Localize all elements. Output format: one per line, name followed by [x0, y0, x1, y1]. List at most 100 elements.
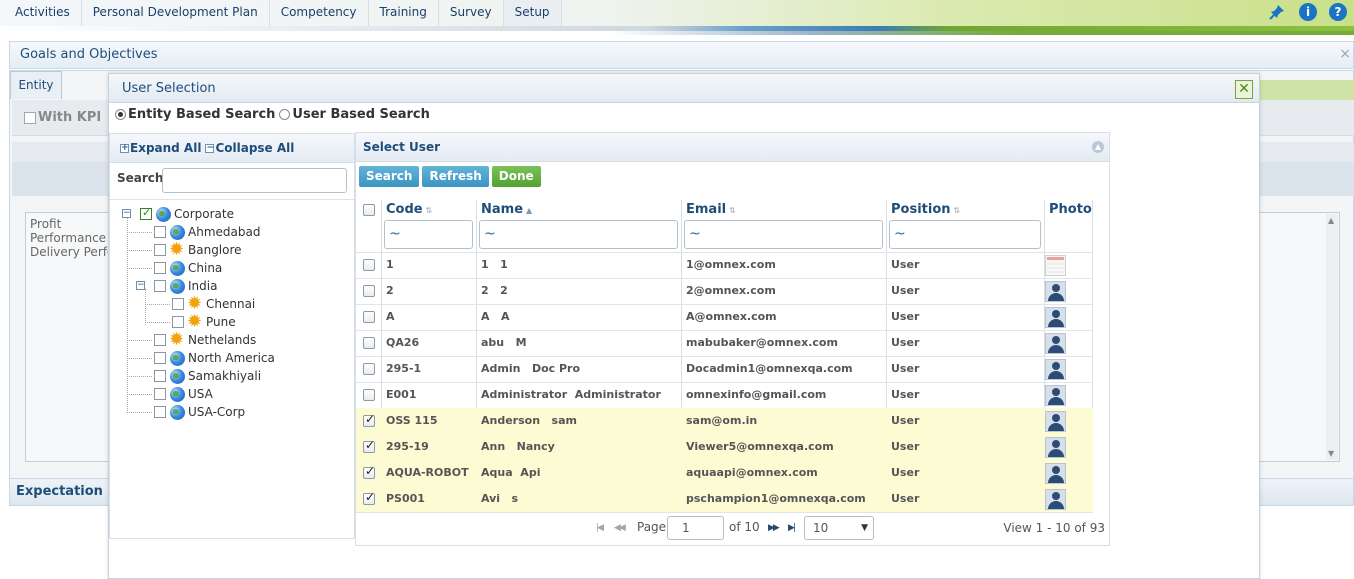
column-header-email[interactable]: Email ⇅ [681, 200, 886, 220]
menu-item-personal-development-plan[interactable]: Personal Development Plan [82, 0, 270, 26]
expectation-category-header[interactable]: Expectation Ca [9, 478, 109, 506]
tree-node[interactable]: Corporate [140, 205, 234, 223]
user-search-label[interactable]: User Based Search [292, 107, 429, 122]
filter-input-code[interactable]: ~ [384, 220, 473, 249]
done-button[interactable]: Done [491, 166, 541, 187]
row-checkbox[interactable] [363, 337, 375, 349]
row-checkbox[interactable] [363, 363, 375, 375]
textarea-scrollbar[interactable]: ▲ ▼ [1326, 214, 1338, 460]
row-checkbox[interactable] [363, 412, 375, 427]
menu-item-competency[interactable]: Competency [270, 0, 369, 26]
tree-node-label[interactable]: Ahmedabad [188, 225, 260, 239]
tree-node-checkbox[interactable] [140, 206, 152, 220]
tree-search-input[interactable] [162, 168, 347, 193]
page-size-select[interactable]: 10 ▼ [804, 516, 874, 540]
filter-input-name[interactable]: ~ [479, 220, 678, 249]
table-row[interactable]: AQUA-ROBOT Aqua Api aquaapi@omnex.com User [356, 460, 1093, 486]
tree-node-label[interactable]: Chennai [206, 297, 255, 311]
tree-node-checkbox[interactable] [154, 406, 166, 418]
table-row[interactable]: PS001 Avi s pschampion1@omnexqa.com User [356, 486, 1093, 512]
filter-input-email[interactable]: ~ [684, 220, 883, 249]
table-row[interactable]: 1 1 1 1@omnex.com User [356, 252, 1093, 278]
tree-node-checkbox[interactable] [154, 334, 166, 346]
tree-node-checkbox[interactable] [154, 226, 166, 238]
dialog-close-button[interactable]: ✕ [1235, 80, 1253, 99]
sort-icon[interactable]: ▲ [526, 206, 532, 215]
table-row[interactable]: 2 2 2 2@omnex.com User [356, 278, 1093, 304]
tree-node-label[interactable]: Corporate [174, 207, 234, 221]
tree-node[interactable]: Banglore [154, 239, 242, 260]
tree-node-checkbox[interactable] [154, 352, 166, 364]
select-all-checkbox[interactable] [363, 204, 375, 216]
tree-node-label[interactable]: China [188, 261, 222, 275]
menu-item-training[interactable]: Training [369, 0, 439, 26]
row-checkbox[interactable] [363, 259, 375, 271]
sort-icon[interactable]: ⇅ [426, 206, 433, 215]
tree-node-checkbox[interactable] [154, 280, 166, 292]
collapse-all-link[interactable]: Collapse All [215, 141, 294, 155]
expand-all-link[interactable]: Expand All [130, 141, 201, 155]
row-checkbox[interactable] [363, 311, 375, 323]
entity-search-label[interactable]: Entity Based Search [128, 107, 275, 122]
last-page-icon[interactable]: ▶| [788, 523, 796, 533]
column-header-code[interactable]: Code ⇅ [381, 200, 476, 220]
objectives-textarea[interactable]: ProfitPerformanceDelivery Perfor [25, 212, 109, 462]
menu-item-setup[interactable]: Setup [503, 0, 562, 26]
table-row[interactable]: 295-19 Ann Nancy Viewer5@omnexqa.com User [356, 434, 1093, 460]
table-row[interactable]: 295-1 Admin Doc Pro Docadmin1@omnexqa.com U… [356, 356, 1093, 382]
tab-entity[interactable]: Entity [10, 71, 62, 99]
tree-node[interactable]: India [154, 277, 217, 295]
tree-node-label[interactable]: USA-Corp [188, 405, 245, 419]
tree-node[interactable]: USA-Corp [154, 403, 245, 421]
tree-node[interactable]: Nethelands [154, 329, 256, 350]
tree-toggle-icon[interactable]: − [122, 209, 131, 218]
tree-node-checkbox[interactable] [172, 316, 184, 328]
with-kpi-checkbox[interactable]: With KPI [24, 110, 101, 125]
search-button[interactable]: Search [359, 166, 420, 187]
close-icon[interactable]: × [1339, 46, 1351, 62]
first-page-icon[interactable]: |◀ [596, 523, 604, 533]
column-header-photo[interactable]: Photo [1044, 200, 1093, 220]
tree-node-checkbox[interactable] [154, 388, 166, 400]
tree-toggle-icon[interactable]: − [136, 281, 145, 290]
row-checkbox[interactable] [363, 438, 375, 453]
row-checkbox[interactable] [363, 490, 375, 505]
table-row[interactable]: OSS 115 Anderson sam sam@om.in User [356, 408, 1093, 434]
tree-node-label[interactable]: North America [188, 351, 275, 365]
tree-node[interactable]: North America [154, 349, 275, 367]
sort-icon[interactable]: ⇅ [954, 206, 961, 215]
tree-node-checkbox[interactable] [154, 370, 166, 382]
tree-node-checkbox[interactable] [154, 262, 166, 274]
menu-item-activities[interactable]: Activities [4, 0, 82, 26]
tree-node[interactable]: China [154, 259, 222, 277]
tree-node-label[interactable]: India [188, 279, 217, 293]
tree-node-label[interactable]: Pune [206, 315, 236, 329]
tree-node[interactable]: USA [154, 385, 213, 403]
menu-item-survey[interactable]: Survey [439, 0, 504, 26]
tree-node-label[interactable]: Nethelands [188, 333, 256, 347]
sort-icon[interactable]: ⇅ [729, 206, 736, 215]
tree-node-label[interactable]: Samakhiyali [188, 369, 261, 383]
pin-icon[interactable] [1268, 3, 1286, 21]
tree-node-label[interactable]: Banglore [188, 243, 242, 257]
expand-icon[interactable]: + [120, 143, 129, 153]
entity-search-radio[interactable] [115, 109, 126, 120]
tree-node[interactable]: Samakhiyali [154, 367, 261, 385]
help-icon[interactable]: ? [1329, 3, 1347, 21]
table-row[interactable]: A A A A@omnex.com User [356, 304, 1093, 330]
prev-page-icon[interactable]: ◀◀ [614, 523, 626, 533]
row-checkbox[interactable] [363, 285, 375, 297]
collapse-panel-icon[interactable]: ▲ [1092, 141, 1104, 153]
tree-node[interactable]: Chennai [172, 293, 255, 314]
page-number-input[interactable]: 1 [667, 516, 724, 540]
refresh-button[interactable]: Refresh [422, 166, 489, 187]
tree-node-label[interactable]: USA [188, 387, 213, 401]
column-header-name[interactable]: Name ▲ [476, 200, 681, 220]
table-row[interactable]: E001 Administrator Administrator omnexinfo… [356, 382, 1093, 408]
table-row[interactable]: QA26 abu M mabubaker@omnex.com User [356, 330, 1093, 356]
info-icon[interactable]: i [1299, 3, 1317, 21]
filter-input-position[interactable]: ~ [889, 220, 1041, 249]
row-checkbox[interactable] [363, 389, 375, 401]
row-checkbox[interactable] [363, 464, 375, 479]
user-search-radio[interactable] [279, 109, 291, 120]
